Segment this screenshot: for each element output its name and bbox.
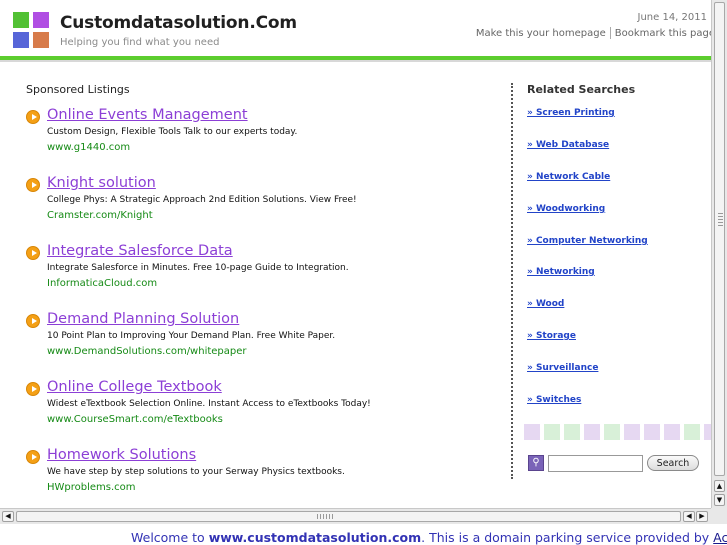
scroll-grip-icon — [718, 213, 723, 227]
arrow-bullet-icon — [26, 382, 40, 396]
color-swatch — [524, 424, 540, 440]
listing-title-link[interactable]: Knight solution — [47, 175, 156, 191]
sponsored-heading: Sponsored Listings — [26, 83, 130, 96]
color-swatch — [584, 424, 600, 440]
arrow-bullet-icon — [26, 246, 40, 260]
listing-url-link[interactable]: HWproblems.com — [47, 482, 136, 493]
related-search-link[interactable]: » Wood — [527, 299, 564, 309]
logo-square-green — [13, 12, 29, 28]
vertical-scrollbar[interactable]: ▲ ▼ — [711, 0, 727, 508]
bookmark-link[interactable]: Bookmark this page — [615, 28, 711, 39]
listing-description: Integrate Salesforce in Minutes. Free 10… — [47, 263, 349, 273]
link-separator — [609, 27, 611, 39]
color-swatch — [624, 424, 640, 440]
listing-title-link[interactable]: Online Events Management — [47, 107, 248, 123]
vertical-scroll-thumb[interactable] — [714, 2, 725, 476]
arrow-bullet-icon — [26, 450, 40, 464]
listing-description: Custom Design, Flexible Tools Talk to ou… — [47, 127, 298, 137]
listing-description: College Phys: A Strategic Approach 2nd E… — [47, 195, 357, 205]
listing-title-link[interactable]: Integrate Salesforce Data — [47, 243, 233, 259]
footer-middle: . This is a domain parking service provi… — [421, 530, 714, 545]
site-title[interactable]: Customdatasolution.Com — [60, 13, 297, 33]
listing-url-link[interactable]: www.g1440.com — [47, 142, 130, 153]
footer-prefix: Welcome to — [131, 530, 209, 545]
scroll-right-arrow-icon[interactable]: ▶ — [696, 511, 708, 522]
related-search-link[interactable]: » Computer Networking — [527, 236, 648, 246]
related-search-link[interactable]: » Woodworking — [527, 204, 605, 214]
listing-url-link[interactable]: Cramster.com/Knight — [47, 210, 153, 221]
color-swatch — [704, 424, 711, 440]
column-divider — [511, 83, 513, 479]
related-search-link[interactable]: » Networking — [527, 267, 595, 277]
site-logo[interactable] — [13, 12, 51, 50]
logo-square-blue — [13, 32, 29, 48]
related-search-link[interactable]: » Network Cable — [527, 172, 610, 182]
related-search-link[interactable]: » Screen Printing — [527, 108, 615, 118]
listing-description: We have step by step solutions to your S… — [47, 467, 345, 477]
page-viewport: Customdatasolution.Com Helping you find … — [0, 0, 711, 508]
footer-text: Welcome to www.customdatasolution.com. T… — [131, 530, 727, 545]
arrow-bullet-icon — [26, 314, 40, 328]
horizontal-scrollbar[interactable]: ◀ ◀ ▶ — [0, 508, 711, 524]
scroll-up-arrow-icon[interactable]: ▲ — [714, 480, 725, 492]
footer-provider-link[interactable]: Active- — [713, 530, 727, 545]
listing-title-link[interactable]: Homework Solutions — [47, 447, 196, 463]
color-swatch — [544, 424, 560, 440]
footer-domain: www.customdatasolution.com — [208, 530, 422, 545]
scroll-grip-icon — [317, 514, 335, 519]
magnifier-icon[interactable]: ⚲ — [528, 455, 544, 471]
arrow-bullet-icon — [26, 110, 40, 124]
search-button[interactable]: Search — [647, 455, 699, 471]
logo-square-purple — [33, 12, 49, 28]
color-swatch — [684, 424, 700, 440]
listing-url-link[interactable]: InformaticaCloud.com — [47, 278, 157, 289]
scroll-left-arrow-icon[interactable]: ◀ — [683, 511, 695, 522]
listing-url-link[interactable]: www.CourseSmart.com/eTextbooks — [47, 414, 223, 425]
listing-title-link[interactable]: Online College Textbook — [47, 379, 222, 395]
related-search-link[interactable]: » Switches — [527, 395, 581, 405]
scroll-left-arrow-icon[interactable]: ◀ — [2, 511, 14, 522]
date-label: June 14, 2011 — [637, 12, 708, 23]
color-swatch — [604, 424, 620, 440]
listing-url-link[interactable]: www.DemandSolutions.com/whitepaper — [47, 346, 247, 357]
related-search-link[interactable]: » Surveillance — [527, 363, 598, 373]
related-search-link[interactable]: » Web Database — [527, 140, 609, 150]
listing-description: Widest eTextbook Selection Online. Insta… — [47, 399, 371, 409]
color-swatch — [644, 424, 660, 440]
make-homepage-link[interactable]: Make this your homepage — [476, 28, 606, 39]
logo-square-orange — [33, 32, 49, 48]
horizontal-scroll-thumb[interactable] — [16, 511, 681, 522]
color-swatch — [664, 424, 680, 440]
listing-title-link[interactable]: Demand Planning Solution — [47, 311, 239, 327]
site-tagline: Helping you find what you need — [60, 37, 220, 48]
color-swatch — [564, 424, 580, 440]
listing-description: 10 Point Plan to Improving Your Demand P… — [47, 331, 336, 341]
related-search-link[interactable]: » Storage — [527, 331, 576, 341]
scroll-down-arrow-icon[interactable]: ▼ — [714, 494, 725, 506]
search-input[interactable] — [548, 455, 643, 472]
header-divider — [0, 60, 711, 62]
related-searches-heading: Related Searches — [527, 83, 636, 96]
arrow-bullet-icon — [26, 178, 40, 192]
top-links: Make this your homepage Bookmark this pag… — [476, 27, 711, 39]
scrollbar-corner — [711, 508, 727, 524]
